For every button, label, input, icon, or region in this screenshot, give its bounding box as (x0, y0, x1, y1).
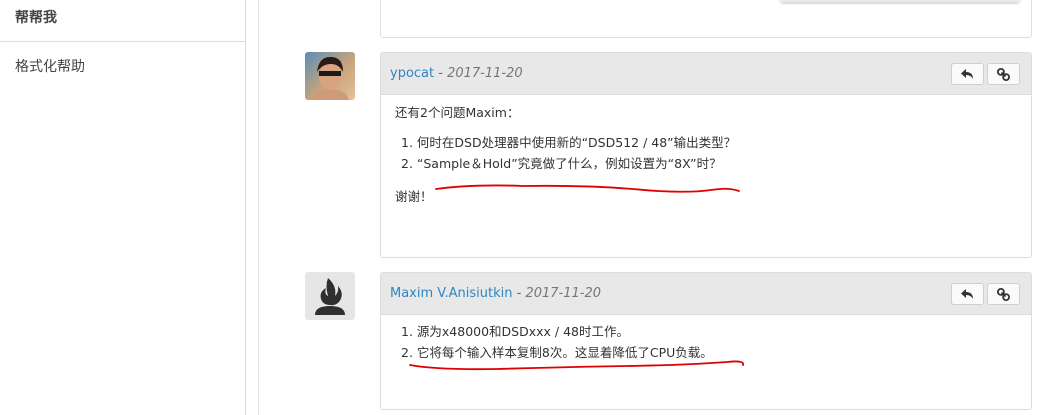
help-sidebar: 帮帮我 格式化帮助 (0, 0, 246, 415)
reply-button[interactable] (951, 63, 984, 85)
comments-area: ypocat - 2017-11-20 还有2个问题Maxim： 1. 何时在D… (258, 0, 1043, 415)
reply-button[interactable] (951, 283, 984, 305)
answer-list: 1. 源为x48000和DSDxxx / 48时工作。 2. 它将每个输入样本复… (401, 321, 1017, 363)
comment-date: 2017-11-20 (447, 66, 523, 81)
comment-actions (948, 283, 1020, 305)
link-icon (997, 287, 1010, 301)
comment-date: 2017-11-20 (525, 286, 602, 301)
separator: - (512, 286, 526, 301)
separator: - (434, 66, 448, 81)
previous-comment-card (380, 0, 1032, 38)
red-annotation-underline (435, 184, 740, 193)
permalink-button[interactable] (987, 63, 1020, 85)
link-icon (997, 67, 1010, 81)
comment-intro: 还有2个问题Maxim： (395, 105, 520, 120)
comment-header: Maxim V.Anisiutkin - 2017-11-20 (381, 273, 1031, 315)
comment-actions (948, 63, 1020, 85)
list-item: 1. 源为x48000和DSDxxx / 48时工作。 (401, 324, 630, 339)
sidebar-item-formatting-help[interactable]: 格式化帮助 (0, 42, 245, 76)
author-link[interactable]: Maxim V.Anisiutkin (390, 286, 512, 301)
reply-icon (961, 288, 974, 300)
comment-card: Maxim V.Anisiutkin - 2017-11-20 1. 源为x48… (380, 272, 1032, 410)
sidebar-title: 帮帮我 (0, 0, 245, 42)
permalink-button[interactable] (987, 283, 1020, 305)
author-link[interactable]: ypocat (390, 66, 434, 81)
comment-card: ypocat - 2017-11-20 还有2个问题Maxim： 1. 何时在D… (380, 52, 1032, 258)
reply-icon (961, 68, 974, 80)
comment-body: 1. 源为x48000和DSDxxx / 48时工作。 2. 它将每个输入样本复… (381, 315, 1031, 363)
dropdown-shadow (781, 0, 1019, 2)
user-avatar-icon (305, 272, 355, 320)
list-item: 1. 何时在DSD处理器中使用新的“DSD512 / 48”输出类型？ (401, 135, 737, 150)
question-list: 1. 何时在DSD处理器中使用新的“DSD512 / 48”输出类型？ 2. “… (401, 132, 1017, 174)
red-annotation-underline (409, 360, 745, 371)
list-item: 2. “Sample＆Hold”究竟做了什么，例如设置为“8X”时？ (401, 156, 722, 171)
avatar[interactable] (305, 272, 355, 320)
comment-header: ypocat - 2017-11-20 (381, 53, 1031, 95)
avatar[interactable] (305, 52, 355, 100)
